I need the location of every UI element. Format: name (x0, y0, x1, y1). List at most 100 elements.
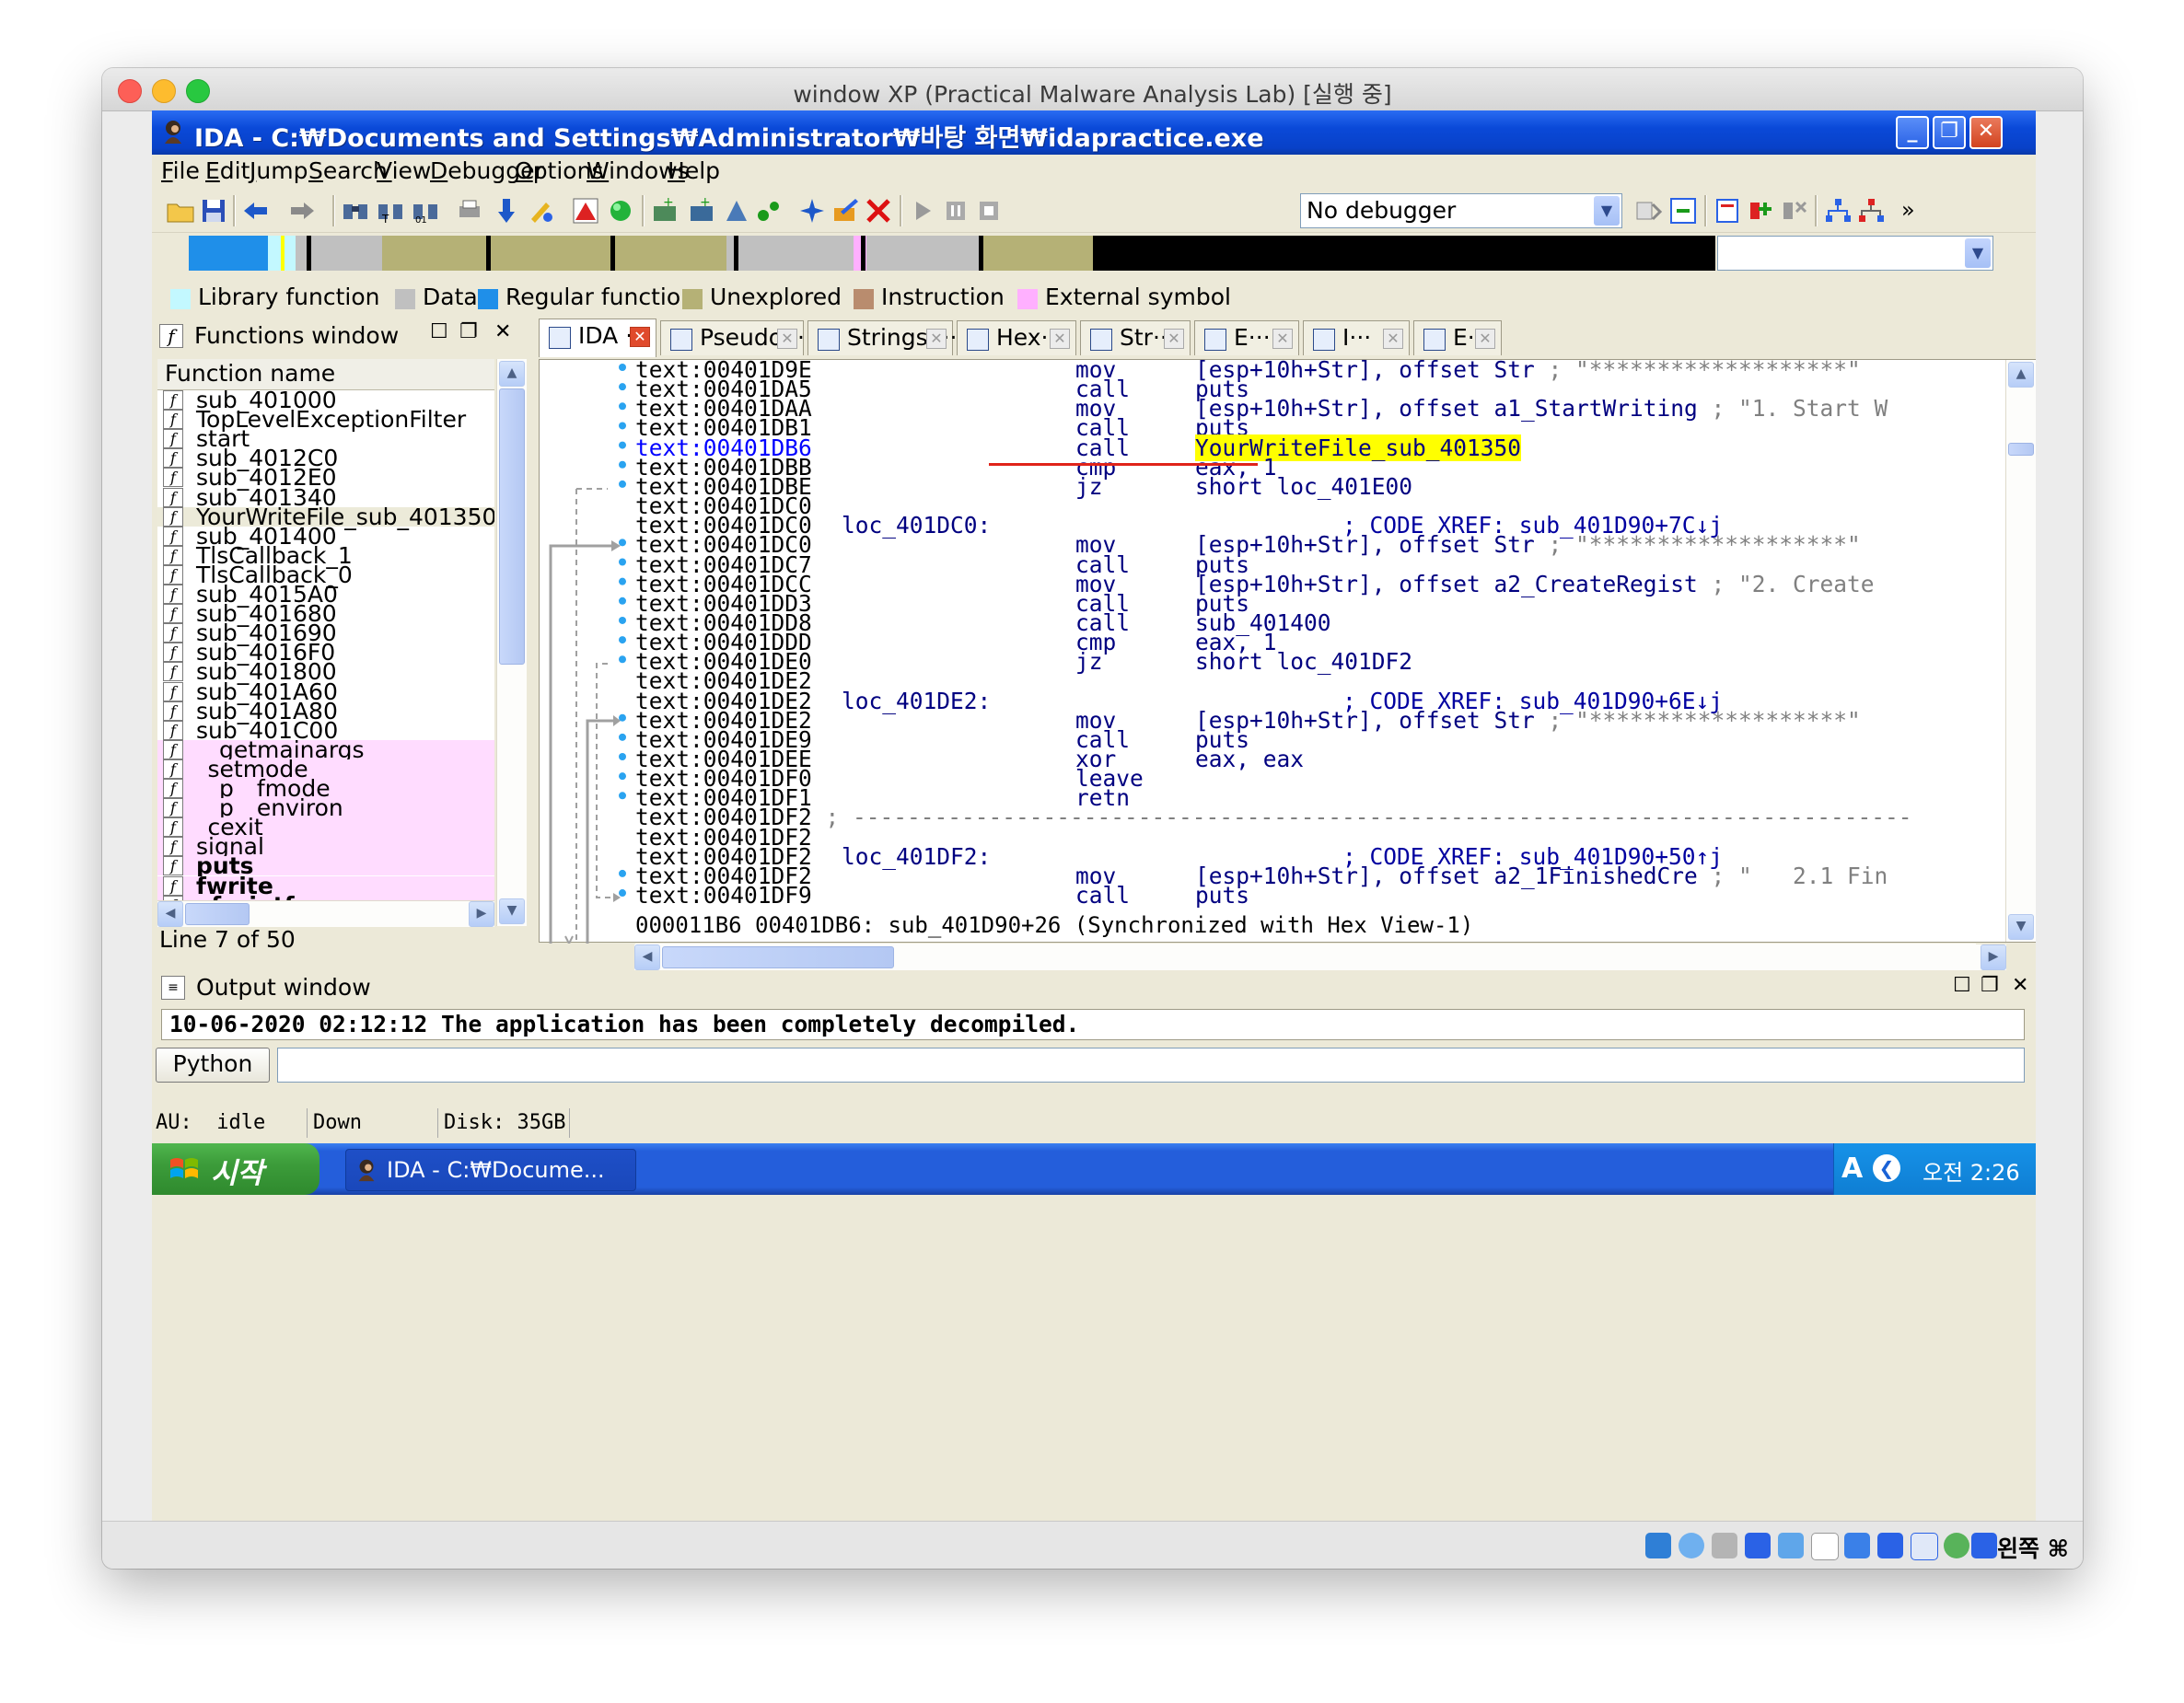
breakpoint-dot[interactable] (619, 792, 626, 800)
scroll-thumb[interactable] (2008, 443, 2034, 456)
audio-icon[interactable] (1712, 1533, 1737, 1558)
disassembly-vscrollbar[interactable]: ▲ ▼ (2005, 360, 2036, 942)
breakpoint-dot[interactable] (619, 539, 626, 547)
close-tab-icon[interactable]: ✕ (1383, 329, 1403, 349)
tab-exports[interactable]: E··· ✕ (1413, 320, 1502, 355)
process-options-icon[interactable] (1712, 195, 1743, 226)
breakpoint-icon[interactable] (796, 195, 828, 226)
breakpoint-dot[interactable] (619, 869, 626, 877)
python-button[interactable]: Python (156, 1048, 270, 1083)
breakpoint-dot[interactable] (619, 402, 626, 411)
tab-pseudocode[interactable]: Pseudo··· ✕ (660, 320, 805, 355)
tab-imports[interactable]: I··· ✕ (1303, 320, 1410, 355)
chevron-left-icon[interactable]: ❮ (1873, 1154, 1900, 1182)
breakpoint-dot[interactable] (619, 753, 626, 760)
close-pane-icon[interactable]: ✕ (494, 320, 511, 343)
function-list[interactable]: f sub_401000 f TopLevelExceptionFilter f star… (157, 390, 494, 926)
tab-strings[interactable]: Strings ··· ✕ (807, 320, 957, 355)
scroll-up-icon[interactable]: ▲ (2008, 362, 2034, 388)
breakpoint-dot[interactable] (619, 772, 626, 781)
stop-icon[interactable] (973, 195, 1005, 226)
breakpoint-dot[interactable] (619, 597, 626, 605)
function-list-scrollbar[interactable]: ▲ ▼ (496, 359, 527, 926)
breakpoint-dot[interactable] (619, 616, 626, 624)
pause-icon[interactable] (940, 195, 971, 226)
close-tab-icon[interactable]: ✕ (777, 329, 797, 349)
menu-jump[interactable]: Jump (250, 157, 308, 184)
create-enum-icon[interactable] (721, 195, 752, 226)
print-icon[interactable] (454, 195, 485, 226)
breakpoint-dot[interactable] (619, 713, 626, 722)
scroll-thumb[interactable] (499, 388, 525, 665)
breakpoint-dot[interactable] (619, 577, 626, 585)
display-icon[interactable] (1844, 1533, 1870, 1558)
tab-structures[interactable]: Str··· ✕ (1080, 320, 1191, 355)
download-icon[interactable] (1971, 1533, 1997, 1558)
close-tab-icon[interactable]: ✕ (630, 327, 650, 347)
navigation-band[interactable] (189, 236, 1715, 271)
close-tab-icon[interactable]: ✕ (1164, 329, 1184, 349)
breakpoint-dot[interactable] (619, 383, 626, 391)
save-icon[interactable] (198, 195, 229, 226)
scroll-down-icon[interactable]: ▼ (2008, 914, 2034, 940)
disasm-line[interactable]: text:00401DF2 ; ------------------------… (635, 806, 1912, 829)
breakpoint-dot[interactable] (619, 441, 626, 449)
scroll-up-icon[interactable]: ▲ (499, 361, 525, 387)
close-tab-icon[interactable]: ✕ (1272, 329, 1293, 349)
scroll-right-icon[interactable]: ▶ (469, 901, 494, 927)
edit-script-icon[interactable] (830, 195, 861, 226)
breakpoint-dot[interactable] (619, 364, 626, 371)
breakpoint-dot[interactable] (619, 422, 626, 430)
menu-help[interactable]: Help (668, 157, 720, 184)
function-name-column-header[interactable]: Function name (157, 359, 494, 390)
chevron-down-icon[interactable]: ▼ (1594, 196, 1620, 226)
breakpoint-dot[interactable] (619, 558, 626, 566)
close-button[interactable]: ✕ (1969, 116, 2003, 149)
close-tab-icon[interactable]: ✕ (1050, 329, 1070, 349)
breakpoint-dot[interactable] (619, 889, 626, 898)
scroll-down-icon[interactable]: ▼ (499, 898, 525, 924)
close-tab-icon[interactable]: ✕ (1475, 329, 1495, 349)
debugger-select[interactable]: No debugger ▼ (1300, 193, 1622, 228)
disasm-line[interactable]: text:00401DF9 call puts (635, 884, 1249, 907)
forward-arrow-icon[interactable] (286, 195, 318, 226)
python-command-input[interactable] (277, 1048, 2025, 1083)
toolbar-overflow-icon[interactable]: » (1901, 197, 1933, 228)
chevron-down-icon[interactable]: ▼ (1965, 238, 1991, 268)
disassembly-view[interactable]: text:00401D9E mov [esp+10h+Str], offset St… (539, 359, 2036, 969)
restore-button[interactable]: ❐ (1933, 116, 1966, 149)
breakpoint-dot[interactable] (619, 655, 626, 664)
usb-icon[interactable] (1778, 1533, 1804, 1558)
binoculars-icon[interactable] (340, 195, 371, 226)
recording-icon[interactable] (1877, 1533, 1903, 1558)
cd-icon[interactable] (1679, 1533, 1704, 1558)
scroll-thumb[interactable] (662, 946, 894, 968)
scroll-thumb[interactable] (185, 903, 250, 925)
network-icon[interactable] (1745, 1533, 1771, 1558)
back-arrow-icon[interactable] (240, 195, 272, 226)
tab-hex-view[interactable]: Hex··· ✕ (957, 320, 1076, 355)
close-pane-icon[interactable]: ✕ (2012, 974, 2028, 997)
open-folder-icon[interactable] (165, 195, 196, 226)
call-graph-icon[interactable] (1855, 195, 1887, 226)
scroll-left-icon[interactable]: ◀ (634, 944, 660, 970)
warning-icon[interactable] (570, 195, 601, 226)
menu-edit[interactable]: Edit (205, 157, 250, 184)
scroll-left-icon[interactable]: ◀ (157, 901, 183, 927)
close-tab-icon[interactable]: ✕ (926, 329, 947, 349)
optical-drive-icon[interactable] (1645, 1533, 1671, 1558)
start-button[interactable]: 시작 (152, 1143, 319, 1195)
search-text-icon[interactable]: T (375, 195, 406, 226)
jump-down-icon[interactable] (491, 195, 522, 226)
breakpoint-dot[interactable] (619, 480, 626, 488)
menu-view[interactable]: View (377, 157, 431, 184)
green-ball-icon[interactable] (605, 195, 636, 226)
disassembly-hscrollbar[interactable]: ◀ ▶ (634, 944, 2006, 970)
taskbar-ida-button[interactable]: IDA - C:₩Docume... (345, 1149, 636, 1191)
breakpoint-add-icon[interactable] (1745, 195, 1776, 226)
detach-process-icon[interactable] (1667, 195, 1699, 226)
breakpoint-dot[interactable] (619, 733, 626, 741)
float-pane-icon[interactable]: ❐ (459, 320, 478, 343)
scroll-right-icon[interactable]: ▶ (1981, 944, 2006, 970)
ime-icon[interactable]: A (1841, 1153, 1863, 1185)
